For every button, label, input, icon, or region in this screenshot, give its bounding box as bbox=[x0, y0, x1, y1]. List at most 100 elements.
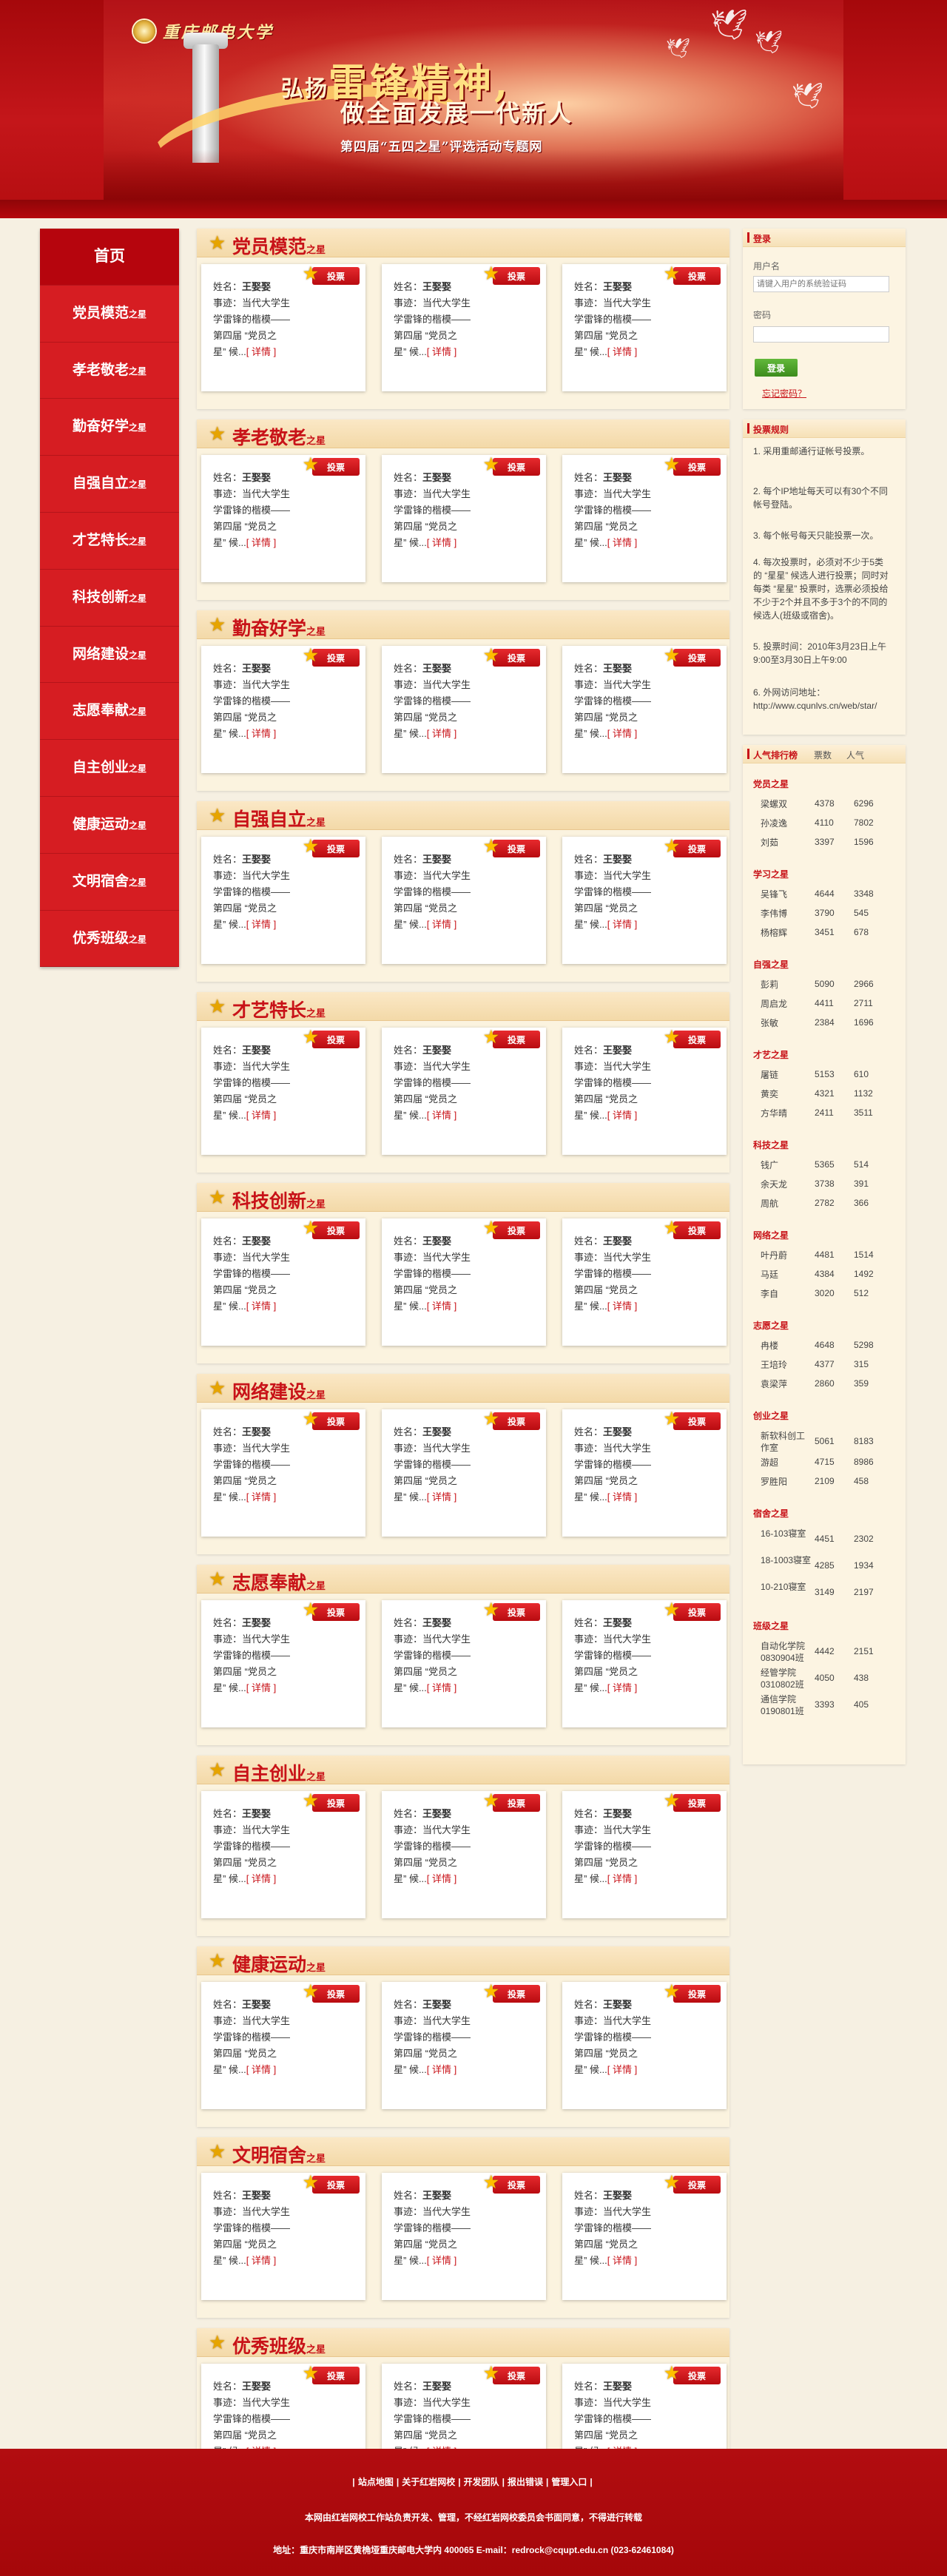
nav-item-10[interactable]: 健康运动之星 bbox=[40, 797, 179, 854]
detail-link[interactable]: [ 详情 ] bbox=[607, 1301, 637, 1312]
candidate-info: 姓名：王娶娶事迹：当代大学生学雷锋的楷模—— 第四届 “党员之星” 候...[ 详… bbox=[213, 1615, 358, 1696]
detail-link[interactable]: [ 详情 ] bbox=[246, 2255, 276, 2266]
candidate-name-row: 姓名：王娶娶 bbox=[394, 470, 539, 486]
candidate-card: ★投票姓名：王娶娶事迹：当代大学生学雷锋的楷模——第四届 “党员之星” 候...… bbox=[382, 1791, 546, 1918]
rule-item: 2. 每个IP地址每天可以有30个不同帐号登陆。 bbox=[753, 486, 889, 510]
login-button[interactable]: 登录 bbox=[755, 359, 798, 377]
footer-link[interactable]: 管理入口 bbox=[551, 2477, 587, 2487]
nav-item-home[interactable]: 首页 bbox=[40, 229, 179, 286]
candidate-deeds: 第四届 “党员之 bbox=[574, 1284, 638, 1295]
footer-link[interactable]: 关于红岩网校 bbox=[402, 2477, 455, 2487]
detail-link[interactable]: [ 详情 ] bbox=[427, 1491, 456, 1503]
candidate-name: 王娶娶 bbox=[603, 281, 633, 292]
detail-link[interactable]: [ 详情 ] bbox=[246, 537, 276, 548]
detail-link[interactable]: [ 详情 ] bbox=[607, 346, 637, 357]
detail-link[interactable]: [ 详情 ] bbox=[427, 1301, 456, 1312]
candidate-list: ★投票姓名：王娶娶事迹：当代大学生学雷锋的楷模——第四届 “党员之星” 候...… bbox=[201, 1594, 727, 1739]
detail-link[interactable]: [ 详情 ] bbox=[607, 1873, 637, 1884]
nav-item-7[interactable]: 网络建设之星 bbox=[40, 627, 179, 684]
ranking-votes: 2782 bbox=[815, 1198, 835, 1208]
candidate-deeds: 学雷锋的楷模—— bbox=[394, 1077, 471, 1088]
section-title-suffix: 之星 bbox=[306, 1390, 326, 1401]
detail-link[interactable]: [ 详情 ] bbox=[427, 346, 456, 357]
ranking-votes: 5090 bbox=[815, 979, 835, 989]
section-title-main: 才艺特长 bbox=[232, 999, 307, 1021]
ranking-popularity: 458 bbox=[854, 1476, 869, 1486]
detail-link[interactable]: [ 详情 ] bbox=[607, 919, 637, 930]
ranking-group-title: 宿舍之星 bbox=[753, 1508, 789, 1519]
candidate-deeds: 第四届 “党员之 bbox=[213, 521, 277, 532]
ranking-popularity: 1492 bbox=[854, 1269, 874, 1279]
candidate-deeds-tail: 星” 候... bbox=[213, 1873, 246, 1884]
ranking-popularity: 8986 bbox=[854, 1457, 874, 1467]
detail-link[interactable]: [ 详情 ] bbox=[246, 728, 276, 739]
section-title-main: 优秀班级 bbox=[232, 2336, 307, 2357]
detail-link[interactable]: [ 详情 ] bbox=[427, 1873, 456, 1884]
forgot-password-link[interactable]: 忘记密码？ bbox=[762, 387, 806, 399]
nav-item-12[interactable]: 优秀班级之星 bbox=[40, 911, 179, 968]
detail-link[interactable]: [ 详情 ] bbox=[427, 1682, 456, 1693]
nav-item-2[interactable]: 孝老敬老之星 bbox=[40, 343, 179, 399]
candidate-name: 王娶娶 bbox=[422, 854, 452, 865]
detail-link[interactable]: [ 详情 ] bbox=[607, 2064, 637, 2075]
candidate-name-row: 姓名：王娶娶 bbox=[394, 1806, 539, 1822]
detail-link[interactable]: [ 详情 ] bbox=[607, 537, 637, 548]
candidate-name-row: 姓名：王娶娶 bbox=[394, 279, 539, 295]
candidate-deeds-last: 星” 候...[ 详情 ] bbox=[394, 1298, 539, 1315]
section-title: 志愿奉献之星 bbox=[232, 1568, 326, 1595]
candidate-deeds-tail: 星” 候... bbox=[574, 1682, 607, 1693]
detail-link[interactable]: [ 详情 ] bbox=[607, 1682, 637, 1693]
detail-link[interactable]: [ 详情 ] bbox=[607, 2255, 637, 2266]
detail-link[interactable]: [ 详情 ] bbox=[246, 1491, 276, 1503]
candidate-info: 姓名：王娶娶事迹：当代大学生学雷锋的楷模—— 第四届 “党员之星” 候...[ 详… bbox=[574, 279, 719, 360]
footer-link[interactable]: 站点地图 bbox=[358, 2477, 394, 2487]
candidate-list: ★投票姓名：王娶娶事迹：当代大学生学雷锋的楷模——第四届 “党员之星” 候...… bbox=[201, 1403, 727, 1548]
password-input[interactable] bbox=[753, 326, 889, 343]
detail-link[interactable]: [ 详情 ] bbox=[607, 1110, 637, 1121]
name-label: 姓名： bbox=[574, 663, 604, 674]
detail-link[interactable]: [ 详情 ] bbox=[246, 1873, 276, 1884]
nav-item-8[interactable]: 志愿奉献之星 bbox=[40, 683, 179, 741]
candidate-deeds-last: 星” 候...[ 详情 ] bbox=[394, 1871, 539, 1887]
nav-item-11[interactable]: 文明宿舍之星 bbox=[40, 854, 179, 911]
candidate-name: 王娶娶 bbox=[603, 1426, 633, 1437]
ranking-name: 吴锋飞 bbox=[761, 889, 788, 900]
candidate-name: 王娶娶 bbox=[242, 472, 272, 483]
candidate-name: 王娶娶 bbox=[603, 1808, 633, 1819]
nav-item-5[interactable]: 才艺特长之星 bbox=[40, 513, 179, 570]
detail-link[interactable]: [ 详情 ] bbox=[607, 1491, 637, 1503]
detail-link[interactable]: [ 详情 ] bbox=[427, 2255, 456, 2266]
candidate-deeds: 事迹：当代大学生 bbox=[394, 1443, 471, 1454]
detail-link[interactable]: [ 详情 ] bbox=[427, 537, 456, 548]
candidate-deeds: 事迹：当代大学生 bbox=[574, 2015, 652, 2026]
footer-link[interactable]: 开发团队 bbox=[464, 2477, 499, 2487]
candidate-deeds-last: 星” 候...[ 详情 ] bbox=[394, 917, 539, 933]
detail-link[interactable]: [ 详情 ] bbox=[246, 1110, 276, 1121]
nav-item-6[interactable]: 科技创新之星 bbox=[40, 570, 179, 627]
footer-link[interactable]: 报出错误 bbox=[508, 2477, 543, 2487]
candidate-deeds: 学雷锋的楷模—— bbox=[394, 2032, 471, 2043]
candidate-card: ★投票姓名：王娶娶事迹：当代大学生学雷锋的楷模——第四届 “党员之星” 候...… bbox=[562, 1600, 727, 1727]
detail-link[interactable]: [ 详情 ] bbox=[246, 346, 276, 357]
detail-link[interactable]: [ 详情 ] bbox=[246, 1301, 276, 1312]
detail-link[interactable]: [ 详情 ] bbox=[427, 2064, 456, 2075]
candidate-name: 王娶娶 bbox=[422, 663, 452, 674]
detail-link[interactable]: [ 详情 ] bbox=[246, 1682, 276, 1693]
username-input[interactable] bbox=[753, 276, 889, 292]
detail-link[interactable]: [ 详情 ] bbox=[427, 728, 456, 739]
detail-link[interactable]: [ 详情 ] bbox=[427, 919, 456, 930]
nav-item-4[interactable]: 自强自立之星 bbox=[40, 456, 179, 513]
candidate-card: ★投票姓名：王娶娶事迹：当代大学生学雷锋的楷模——第四届 “党员之星” 候...… bbox=[382, 1409, 546, 1537]
ranking-popularity: 2151 bbox=[854, 1646, 874, 1656]
detail-link[interactable]: [ 详情 ] bbox=[427, 1110, 456, 1121]
candidate-name: 王娶娶 bbox=[603, 1617, 633, 1628]
detail-link[interactable]: [ 详情 ] bbox=[246, 2064, 276, 2075]
candidate-name-row: 姓名：王娶娶 bbox=[213, 279, 358, 295]
detail-link[interactable]: [ 详情 ] bbox=[607, 728, 637, 739]
candidate-card: ★投票姓名：王娶娶事迹：当代大学生学雷锋的楷模——第四届 “党员之星” 候...… bbox=[201, 2173, 365, 2300]
nav-item-1[interactable]: 党员模范之星 bbox=[40, 286, 179, 343]
nav-item-9[interactable]: 自主创业之星 bbox=[40, 740, 179, 797]
nav-item-3[interactable]: 勤奋好学之星 bbox=[40, 399, 179, 456]
detail-link[interactable]: [ 详情 ] bbox=[246, 919, 276, 930]
candidate-name-row: 姓名：王娶娶 bbox=[574, 1615, 719, 1631]
